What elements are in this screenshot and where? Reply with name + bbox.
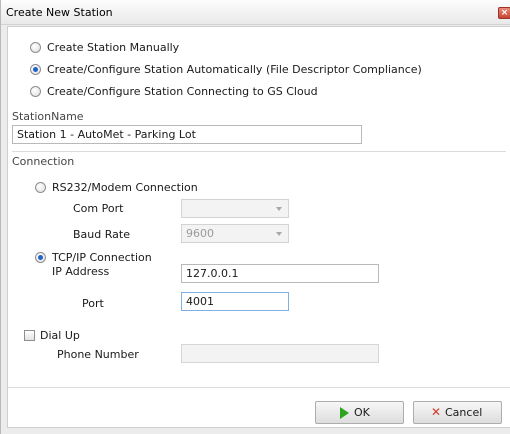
connection-section-label: Connection bbox=[12, 155, 75, 168]
ok-button[interactable]: OK bbox=[315, 401, 404, 424]
radio-create-manually-label[interactable]: Create Station Manually bbox=[47, 41, 179, 54]
baud-rate-select[interactable]: 9600 bbox=[181, 224, 289, 243]
radio-create-manually[interactable] bbox=[30, 42, 41, 53]
phone-number-input[interactable] bbox=[181, 344, 379, 363]
com-port-label: Com Port bbox=[73, 202, 124, 215]
radio-tcpip-label[interactable]: TCP/IP Connection bbox=[52, 251, 152, 264]
radio-create-automatically[interactable] bbox=[30, 64, 41, 75]
close-icon[interactable]: × bbox=[498, 7, 510, 19]
dialog-content: Create Station Manually Create/Configure… bbox=[7, 26, 510, 428]
phone-number-label: Phone Number bbox=[57, 348, 139, 361]
com-port-select[interactable] bbox=[181, 199, 289, 218]
radio-create-gs-cloud-label[interactable]: Create/Configure Station Connecting to G… bbox=[47, 85, 318, 98]
radio-rs232-label[interactable]: RS232/Modem Connection bbox=[52, 181, 198, 194]
station-name-input[interactable]: Station 1 - AutoMet - Parking Lot bbox=[12, 125, 362, 144]
window-title: Create New Station bbox=[6, 6, 113, 19]
baud-rate-label: Baud Rate bbox=[73, 228, 130, 241]
ok-button-label: OK bbox=[354, 406, 370, 419]
create-station-dialog: Create New Station × Create Station Manu… bbox=[0, 0, 510, 434]
radio-tcpip[interactable] bbox=[35, 252, 46, 263]
radio-create-automatically-label[interactable]: Create/Configure Station Automatically (… bbox=[47, 63, 422, 76]
divider bbox=[12, 151, 506, 152]
footer-divider bbox=[8, 387, 510, 388]
title-bar[interactable]: Create New Station × bbox=[1, 0, 510, 25]
ip-address-label: IP Address bbox=[52, 265, 110, 278]
close-icon: ✕ bbox=[431, 405, 442, 419]
port-input[interactable]: 4001 bbox=[181, 292, 289, 311]
radio-rs232[interactable] bbox=[35, 182, 46, 193]
dialup-label[interactable]: Dial Up bbox=[40, 329, 80, 342]
chevron-down-icon bbox=[276, 232, 282, 236]
cancel-button-label: Cancel bbox=[445, 406, 483, 419]
cancel-button[interactable]: ✕ Cancel bbox=[413, 401, 502, 424]
baud-rate-value: 9600 bbox=[186, 227, 214, 240]
ip-address-input[interactable]: 127.0.0.1 bbox=[181, 264, 379, 283]
radio-create-gs-cloud[interactable] bbox=[30, 86, 41, 97]
dialup-checkbox[interactable] bbox=[24, 330, 35, 341]
station-name-label: StationName bbox=[12, 110, 84, 123]
port-label: Port bbox=[82, 297, 104, 310]
chevron-down-icon bbox=[276, 207, 282, 211]
play-arrow-icon bbox=[340, 407, 349, 419]
